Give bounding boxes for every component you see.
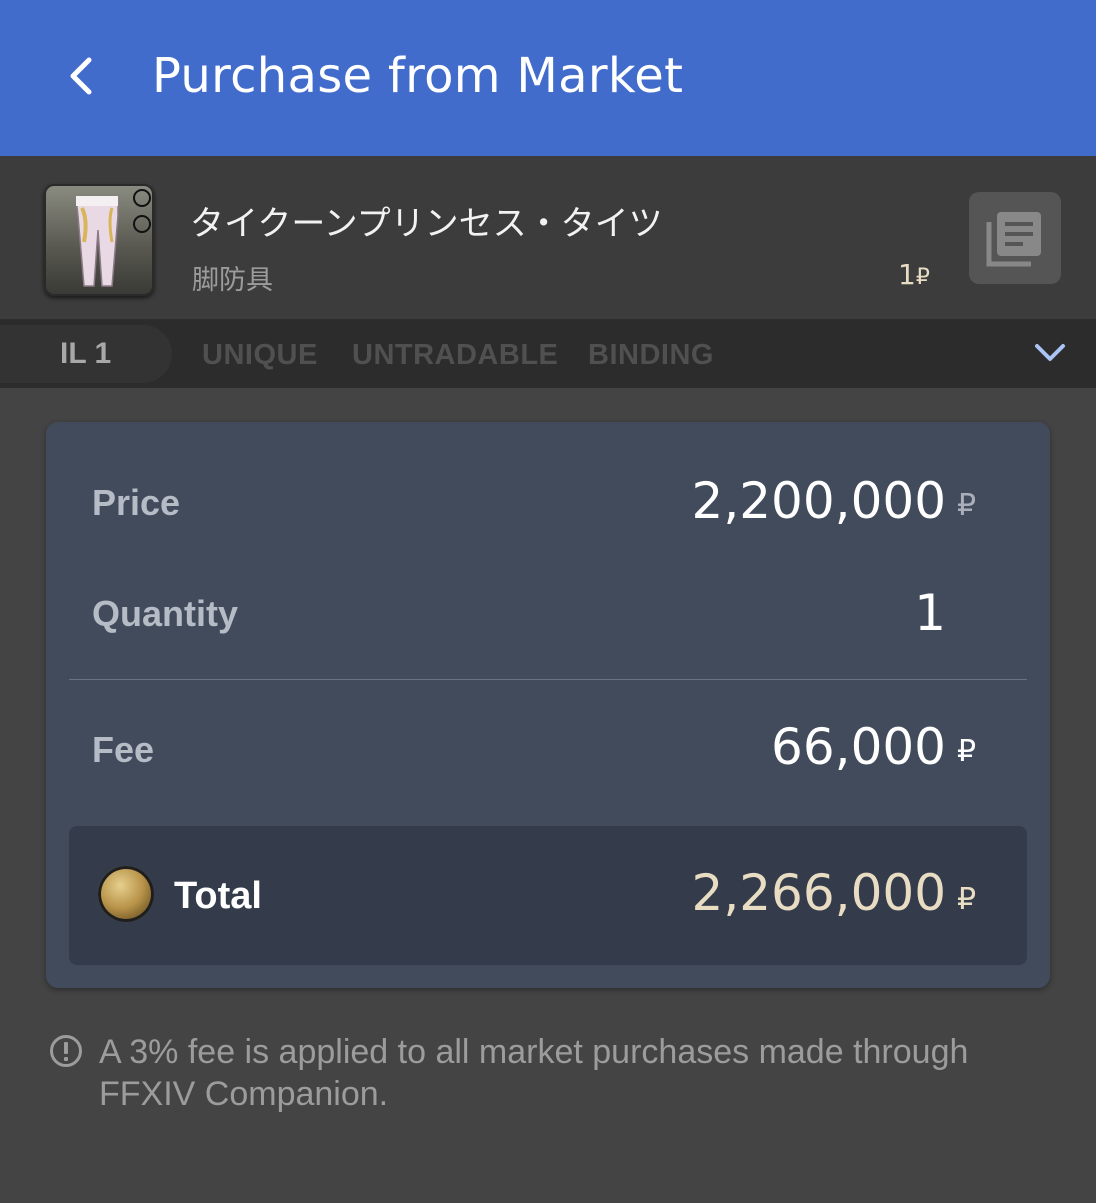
expand-tags-button[interactable] — [1026, 330, 1074, 376]
gil-coin-icon — [98, 866, 154, 922]
back-button[interactable] — [50, 44, 114, 108]
quantity-value: 1 — [914, 584, 946, 642]
tag-unique: UNIQUE — [202, 339, 318, 371]
price-label: Price — [92, 482, 181, 523]
app-header: Purchase from Market — [0, 0, 1096, 156]
info-icon — [50, 1035, 82, 1067]
gil-symbol: ₽ — [915, 265, 930, 290]
document-icon — [986, 212, 1041, 267]
item-level: IL 1 — [60, 337, 112, 370]
item-stock-price: 1₽ — [898, 258, 930, 291]
quantity-label: Quantity — [92, 593, 239, 634]
price-value: 2,200,000 — [691, 472, 946, 530]
item-category: 脚防具 — [192, 265, 273, 296]
tights-icon — [75, 189, 151, 287]
item-stock-value: 1 — [898, 258, 916, 291]
tag-untradable: UNTRADABLE — [352, 339, 559, 371]
total-value: 2,266,000 — [691, 864, 946, 922]
fee-label: Fee — [92, 729, 155, 770]
item-name: タイクーンプリンセス・タイツ — [190, 204, 663, 244]
gil-symbol: ₽ — [957, 734, 977, 769]
gil-symbol: ₽ — [957, 882, 977, 917]
page-title: Purchase from Market — [152, 48, 684, 104]
tag-binding: BINDING — [588, 339, 714, 371]
item-details-button[interactable] — [969, 192, 1061, 284]
chevron-left-icon — [70, 57, 92, 95]
divider — [69, 679, 1027, 680]
gil-symbol: ₽ — [957, 488, 977, 523]
fee-notice: A 3% fee is applied to all market purcha… — [99, 1033, 969, 1113]
fee-value: 66,000 — [771, 718, 946, 776]
item-thumbnail — [44, 184, 154, 296]
total-label: Total — [174, 875, 262, 917]
chevron-down-icon — [1035, 344, 1065, 361]
